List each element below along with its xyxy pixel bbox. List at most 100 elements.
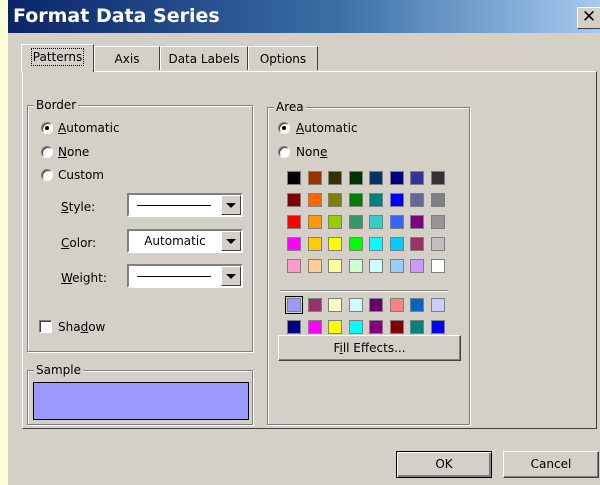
sample-preview [33, 382, 249, 420]
color-swatch[interactable] [390, 193, 404, 207]
color-swatch[interactable] [349, 237, 363, 251]
color-swatch[interactable] [369, 237, 383, 251]
border-automatic-label[interactable]: Automatic [58, 121, 120, 135]
border-automatic-radio[interactable] [41, 122, 53, 134]
color-swatch[interactable] [431, 320, 445, 334]
color-swatch[interactable] [390, 298, 404, 312]
color-swatch[interactable] [369, 215, 383, 229]
chevron-down-icon[interactable] [221, 266, 241, 286]
area-automatic-radio[interactable] [278, 122, 290, 134]
color-swatch[interactable] [431, 193, 445, 207]
color-swatch[interactable] [349, 171, 363, 185]
style-dropdown[interactable] [127, 193, 243, 217]
color-swatch[interactable] [410, 298, 424, 312]
color-swatch[interactable] [410, 171, 424, 185]
color-swatch[interactable] [369, 193, 383, 207]
dialog-title: Format Data Series [13, 5, 220, 27]
color-swatch[interactable] [328, 171, 342, 185]
color-swatch[interactable] [287, 320, 301, 334]
color-dropdown-value: Automatic [144, 234, 206, 248]
chevron-down-icon[interactable] [221, 195, 241, 215]
color-swatch[interactable] [287, 193, 301, 207]
tab-patterns[interactable]: Patterns [21, 44, 94, 72]
area-group: Area Automatic None Fill Effects... [267, 100, 470, 425]
tab-axis[interactable]: Axis [94, 46, 160, 70]
border-custom-radio[interactable] [41, 169, 53, 181]
color-swatch[interactable] [349, 193, 363, 207]
color-swatch[interactable] [308, 171, 322, 185]
color-swatch[interactable] [287, 259, 301, 273]
shadow-checkbox[interactable] [39, 320, 52, 333]
close-button[interactable]: ✕ [577, 7, 600, 29]
style-label: Style: [61, 200, 96, 214]
color-swatch[interactable] [431, 237, 445, 251]
color-swatch[interactable] [390, 320, 404, 334]
color-swatch[interactable] [390, 259, 404, 273]
sample-group: Sample [27, 363, 253, 425]
sample-legend: Sample [34, 363, 83, 377]
color-swatch[interactable] [390, 237, 404, 251]
color-swatch[interactable] [308, 215, 322, 229]
color-swatch[interactable] [410, 193, 424, 207]
tab-patterns-label: Patterns [30, 48, 85, 66]
area-legend: Area [274, 100, 306, 114]
color-swatch[interactable] [287, 171, 301, 185]
color-swatch[interactable] [349, 320, 363, 334]
color-swatch[interactable] [328, 298, 342, 312]
weight-dropdown[interactable] [127, 264, 243, 288]
color-swatch[interactable] [308, 193, 322, 207]
color-swatch[interactable] [410, 259, 424, 273]
color-swatch[interactable] [369, 320, 383, 334]
color-swatch[interactable] [308, 259, 322, 273]
area-none-label[interactable]: None [296, 145, 327, 159]
color-swatch[interactable] [410, 237, 424, 251]
color-swatch[interactable] [390, 171, 404, 185]
color-swatch[interactable] [431, 171, 445, 185]
color-swatch[interactable] [328, 193, 342, 207]
color-swatch[interactable] [349, 259, 363, 273]
color-swatch[interactable] [328, 320, 342, 334]
color-dropdown[interactable]: Automatic [127, 229, 243, 253]
color-swatch[interactable] [431, 215, 445, 229]
color-swatch[interactable] [349, 215, 363, 229]
area-none-radio[interactable] [278, 146, 290, 158]
color-swatch[interactable] [308, 298, 322, 312]
border-legend: Border [34, 98, 79, 112]
close-icon: ✕ [581, 7, 597, 27]
color-swatch[interactable] [328, 259, 342, 273]
color-swatch[interactable] [285, 296, 303, 314]
chevron-down-icon[interactable] [221, 231, 241, 251]
color-swatch[interactable] [369, 298, 383, 312]
color-swatch[interactable] [328, 215, 342, 229]
border-custom-label[interactable]: Custom [58, 168, 104, 182]
color-swatch[interactable] [369, 171, 383, 185]
background-strip [0, 0, 8, 485]
palette-separator [280, 290, 448, 292]
border-none-radio[interactable] [41, 146, 53, 158]
color-swatch[interactable] [328, 237, 342, 251]
title-bar[interactable]: Format Data Series ✕ [8, 0, 600, 33]
style-line-preview [137, 205, 211, 206]
format-data-series-dialog: Format Data Series ✕ Patterns Axis Data … [8, 0, 600, 485]
color-swatch[interactable] [410, 215, 424, 229]
color-swatch[interactable] [308, 237, 322, 251]
color-swatch[interactable] [390, 215, 404, 229]
tab-data-labels[interactable]: Data Labels [160, 46, 248, 70]
cancel-button[interactable]: Cancel [503, 451, 599, 478]
tab-options[interactable]: Options [248, 46, 318, 70]
color-swatch[interactable] [287, 237, 301, 251]
area-automatic-label[interactable]: Automatic [296, 121, 358, 135]
tab-axis-label: Axis [114, 52, 140, 66]
color-swatch[interactable] [287, 215, 301, 229]
color-swatch[interactable] [431, 298, 445, 312]
tab-data-labels-label: Data Labels [168, 52, 240, 66]
color-swatch[interactable] [308, 320, 322, 334]
shadow-label[interactable]: Shadow [58, 320, 105, 334]
ok-button[interactable]: OK [396, 451, 492, 478]
color-swatch[interactable] [410, 320, 424, 334]
border-none-label[interactable]: None [58, 145, 89, 159]
color-swatch[interactable] [431, 259, 445, 273]
color-swatch[interactable] [369, 259, 383, 273]
fill-effects-button[interactable]: Fill Effects... [278, 335, 461, 361]
color-swatch[interactable] [349, 298, 363, 312]
